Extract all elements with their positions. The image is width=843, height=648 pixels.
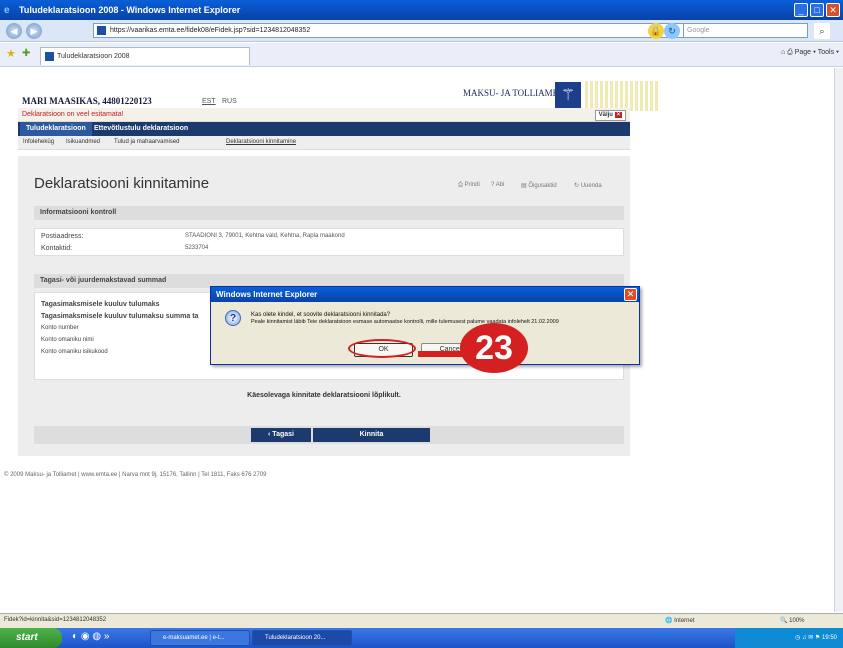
print-icon[interactable]: ⎙ [787, 49, 793, 56]
lang-est-link[interactable]: EST [202, 98, 216, 105]
sub-nav: Infoleheküg Isikuandmed Tulud ja mahaarv… [18, 136, 630, 150]
tab-favicon-icon [45, 52, 54, 61]
lock-icon[interactable]: 🔒 [648, 23, 664, 39]
minimize-button[interactable]: _ [794, 3, 808, 17]
tab-title: Tuludeklaratsioon 2008 [57, 53, 130, 60]
globe-icon: 🌐 [665, 618, 673, 624]
lang-rus-link[interactable]: RUS [222, 98, 237, 105]
refresh-link[interactable]: ↻ Uuenda [574, 182, 602, 189]
zoom-icon: 🔍 [780, 618, 788, 624]
print-link[interactable]: ⎙ Prindi [458, 182, 480, 189]
contact-label: Kontaktid: [41, 245, 73, 252]
search-icon[interactable]: ⌕ [814, 23, 830, 39]
vertical-scrollbar[interactable] [834, 68, 843, 612]
page-title: Deklaratsiooni kinnitamine [34, 175, 210, 192]
confirm-text: Käesolevaga kinnitate deklaratsiooni lõp… [247, 392, 401, 399]
address-label: Postiaadress: [41, 233, 84, 240]
print-label: Prindi [464, 182, 480, 188]
warning-text: Deklaratsioon on veel esitamata! [22, 111, 124, 118]
taskbar-item[interactable]: e-maksuamet.ee | e-t... [150, 630, 250, 646]
ie-logo-icon: e [4, 4, 10, 16]
button-bar: ‹ Tagasi Kinnita [34, 426, 624, 444]
page-tools-menu[interactable]: Page ▾ Tools ▾ [795, 49, 839, 56]
highlight-oval [348, 339, 416, 358]
account-owner-label: Konto omaniku nimi [41, 337, 94, 343]
refund-row: Tagasimaksmisele kuuluv tulumaks [41, 301, 160, 308]
main-nav: Tuludeklaratsioon Ettevõtlustulu deklara… [18, 122, 630, 136]
mta-emblem-icon: ⚚ [555, 82, 581, 110]
confirm-button[interactable]: Kinnita [313, 428, 430, 442]
subnav-isikuandmed[interactable]: Isikuandmed [66, 139, 100, 145]
subnav-tulud[interactable]: Tulud ja mahaarvamised [114, 139, 179, 145]
dialog-detail: Peale kinnitamist läbib Teie deklaratsio… [251, 319, 559, 325]
window-title-bar: e Tuludeklaratsioon 2008 - Windows Inter… [0, 0, 843, 20]
zoom-value: 100% [789, 618, 805, 624]
question-icon: ? [225, 310, 241, 326]
account-number-label: Konto number [41, 325, 79, 331]
dialog-close-button[interactable]: ✕ [624, 288, 637, 301]
info-box: Postiaadress: STAADIONI 3, 79001, Kehtna… [34, 228, 624, 256]
search-input[interactable]: Google [683, 23, 808, 38]
mta-logo-text: MAKSU- JA TOLLIAMET [463, 88, 564, 98]
account-owner-id-label: Konto omaniku isikukood [41, 349, 108, 355]
user-name: MARI MAASIKAS, 44801220123 [22, 96, 152, 106]
tab-ettevotlustulu[interactable]: Ettevõtlustulu deklaratsioon [88, 122, 194, 136]
step-number-badge: 23 [460, 323, 528, 373]
address-value: STAADIONI 3, 79001, Kehtna vald, Kehtna,… [185, 233, 345, 239]
help-link[interactable]: ? Abi [491, 182, 504, 188]
subnav-kinnitamine[interactable]: Deklaratsiooni kinnitamine [226, 139, 296, 145]
dialog-question: Kas olete kindel, et soovite deklaratsio… [251, 312, 391, 318]
taskbar: start ◐ ◉ ◍ » e-maksuamet.ee | e-t... Tu… [0, 628, 843, 648]
zoom-level[interactable]: 🔍 100% [780, 617, 805, 624]
exit-icon: ✕ [614, 112, 622, 118]
legal-acts-label: Õigusaktid [528, 183, 557, 189]
address-text: https://vaarikas.emta.ee/fidek08/eFidek.… [110, 27, 311, 34]
clock: 19:50 [821, 635, 837, 641]
decorative-dots [585, 81, 660, 111]
tab-tuludeklaratsioon[interactable]: Tuludeklaratsioon [20, 122, 92, 136]
legal-acts-link[interactable]: ▤ Õigusaktid [521, 182, 557, 189]
status-warning-bar: Deklaratsioon on veel esitamata! Välju ✕ [18, 108, 630, 122]
status-bar: Fidek?id=kinnita&sid=1234812048352 🌐 Int… [0, 613, 843, 628]
maximize-button[interactable]: □ [810, 3, 824, 17]
quick-launch-icons[interactable]: ◐ ◉ ◍ » [72, 631, 109, 642]
contact-value: 5233704 [185, 245, 209, 251]
taskbar-item-active[interactable]: Tuludeklaratsioon 20... [252, 630, 352, 646]
search-placeholder: Google [687, 27, 710, 34]
refund-row: Tagasimaksmisele kuuluv tulumaksu summa … [41, 313, 199, 320]
home-icon[interactable]: ⌂ [781, 49, 785, 56]
help-label: Abi [495, 182, 505, 188]
start-button[interactable]: start [0, 628, 62, 648]
page-footer: © 2009 Maksu- ja Tolliamet | www.emta.ee… [4, 472, 267, 478]
address-input[interactable]: https://vaarikas.emta.ee/fidek08/eFidek.… [93, 23, 723, 38]
info-section-header: Informatsiooni kontroll [34, 206, 624, 220]
system-tray: ◷ ♫ ✉ ⚑ 19:50 [735, 628, 843, 648]
back-button[interactable]: ‹ Tagasi [251, 428, 311, 442]
close-button[interactable]: ✕ [826, 3, 840, 17]
refresh-label: Uuenda [580, 183, 602, 189]
dialog-title: Windows Internet Explorer [211, 287, 639, 302]
exit-label: Välju [598, 112, 613, 118]
pointer-arrow [418, 351, 466, 357]
security-zone: 🌐 Internet [665, 617, 695, 624]
subnav-infoleht[interactable]: Infoleheküg [23, 139, 54, 145]
tray-icons[interactable]: ◷ ♫ ✉ ⚑ [795, 635, 822, 641]
address-bar-row: ◀ ▶ https://vaarikas.emta.ee/fidek08/eFi… [0, 20, 843, 42]
tab-row: ★ ✚ Tuludeklaratsioon 2008 ⌂ ⎙ Page ▾ To… [0, 43, 843, 67]
browser-tab[interactable]: Tuludeklaratsioon 2008 [40, 47, 250, 65]
command-bar[interactable]: ⌂ ⎙ Page ▾ Tools ▾ [781, 49, 839, 57]
window-title: Tuludeklaratsioon 2008 - Windows Interne… [19, 5, 241, 15]
exit-button[interactable]: Välju ✕ [594, 110, 626, 121]
forward-icon[interactable]: ▶ [26, 23, 42, 39]
add-favorite-icon[interactable]: ✚ [22, 48, 30, 59]
page-favicon-icon [97, 26, 106, 35]
favorites-star-icon[interactable]: ★ [6, 47, 16, 60]
refresh-icon[interactable]: ↻ [664, 23, 680, 39]
zone-label: Internet [674, 618, 695, 624]
status-text: Fidek?id=kinnita&sid=1234812048352 [4, 617, 107, 623]
back-icon[interactable]: ◀ [6, 23, 22, 39]
